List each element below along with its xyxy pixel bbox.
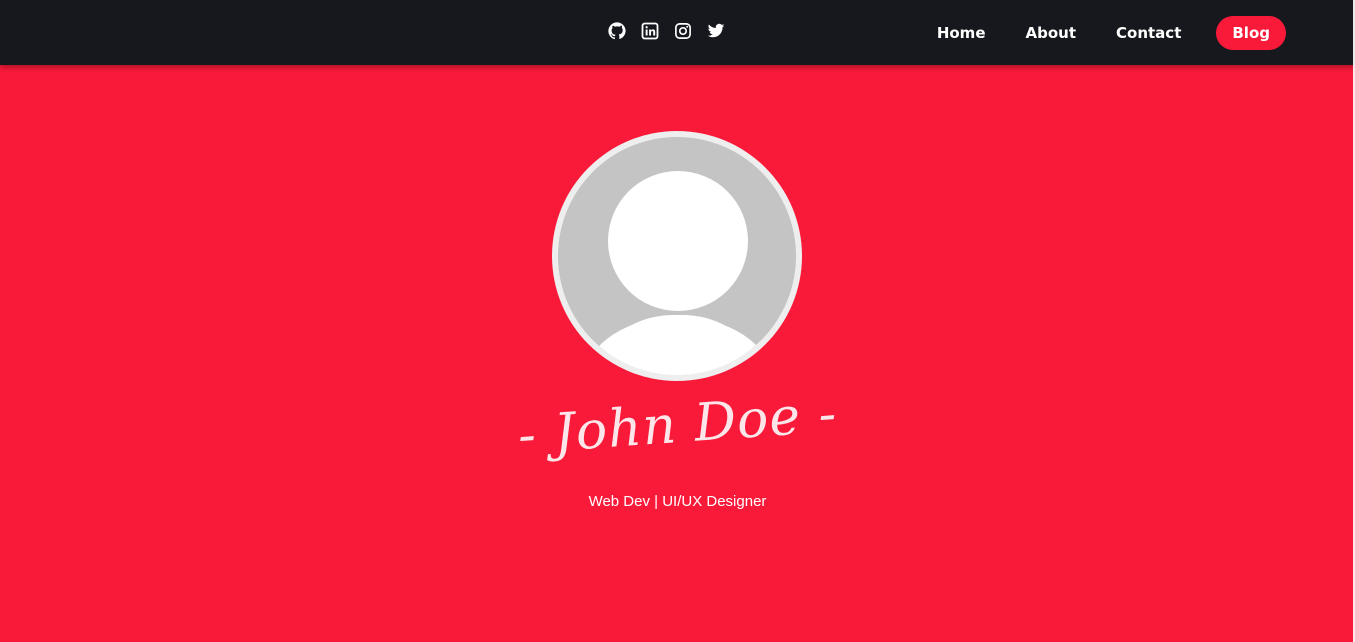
nav-about-link[interactable]: About [1006,16,1097,50]
avatar [552,131,802,381]
hero-section: - John Doe - Web Dev | UI/UX Designer [0,65,1355,642]
twitter-icon[interactable] [707,22,725,40]
navbar: Home About Contact Blog [0,0,1355,65]
nav-blog-button[interactable]: Blog [1216,16,1286,50]
nav-menu: Home About Contact Blog [917,16,1286,50]
linkedin-icon[interactable] [641,22,659,40]
instagram-icon[interactable] [674,22,692,40]
nav-contact-link[interactable]: Contact [1096,16,1201,50]
user-placeholder-icon [558,137,796,375]
social-links [608,22,725,40]
profile-tagline: Web Dev | UI/UX Designer [588,493,767,510]
github-icon[interactable] [608,22,626,40]
nav-home-link[interactable]: Home [917,16,1006,50]
